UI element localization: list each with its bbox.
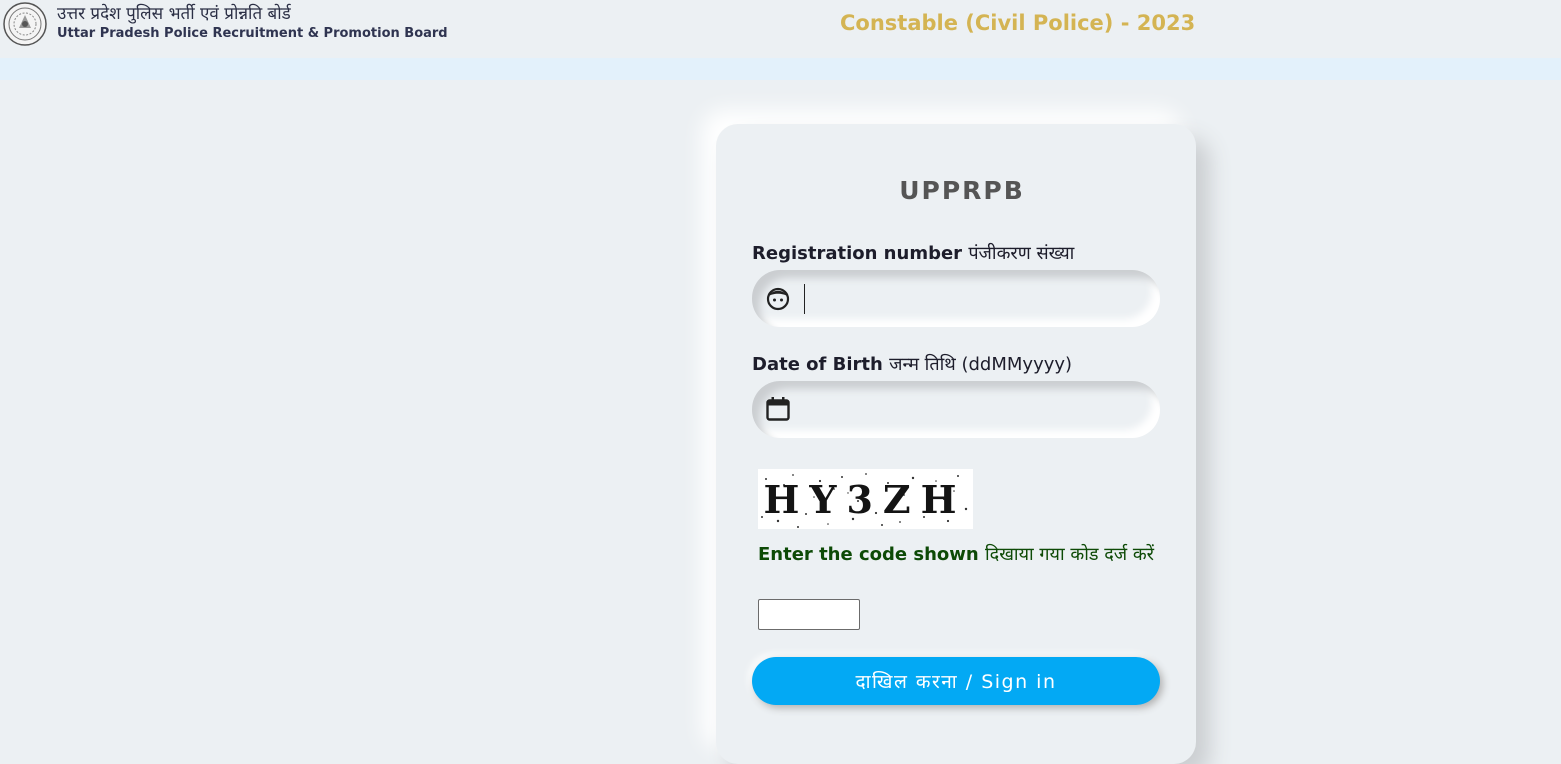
- calendar-icon: [766, 397, 790, 421]
- registration-label-en: Registration number: [752, 243, 963, 264]
- captcha-image: HY3ZH: [758, 469, 973, 529]
- captcha-label: Enter the code shown दिखाया गया कोड दर्ज…: [758, 541, 1163, 569]
- dob-input[interactable]: [804, 393, 1148, 427]
- signin-button[interactable]: दाखिल करना / Sign in: [752, 657, 1160, 705]
- dob-field[interactable]: [752, 381, 1160, 438]
- captcha-label-hi: दिखाया गया कोड दर्ज करें: [984, 544, 1155, 565]
- registration-label-hi: पंजीकरण संख्या: [968, 243, 1075, 264]
- org-name-hindi: उत्तर प्रदेश पुलिस भर्ती एवं प्रोन्नति ब…: [57, 4, 291, 24]
- registration-input[interactable]: [804, 282, 1148, 316]
- org-name-english: Uttar Pradesh Police Recruitment & Promo…: [57, 26, 448, 41]
- face-icon: [766, 287, 790, 311]
- dob-label: Date of Birth जन्म तिथि (ddMMyyyy): [752, 352, 1072, 376]
- registration-label: Registration number पंजीकरण संख्या: [752, 241, 1074, 265]
- header-strip: [0, 58, 1561, 80]
- police-emblem-logo: [3, 2, 47, 46]
- dob-label-hi: जन्म तिथि (ddMMyyyy): [889, 354, 1073, 375]
- dob-label-en: Date of Birth: [752, 354, 883, 375]
- exam-title: Constable (Civil Police) - 2023: [840, 11, 1196, 35]
- captcha-text: HY3ZH: [763, 477, 966, 522]
- captcha-input[interactable]: [758, 599, 860, 630]
- registration-field[interactable]: [752, 270, 1160, 327]
- login-card: UPPRPB Registration number पंजीकरण संख्य…: [716, 124, 1196, 764]
- captcha-label-en: Enter the code shown: [758, 544, 979, 565]
- login-title: UPPRPB: [899, 176, 1025, 205]
- page-header: उत्तर प्रदेश पुलिस भर्ती एवं प्रोन्नति ब…: [0, 0, 1561, 58]
